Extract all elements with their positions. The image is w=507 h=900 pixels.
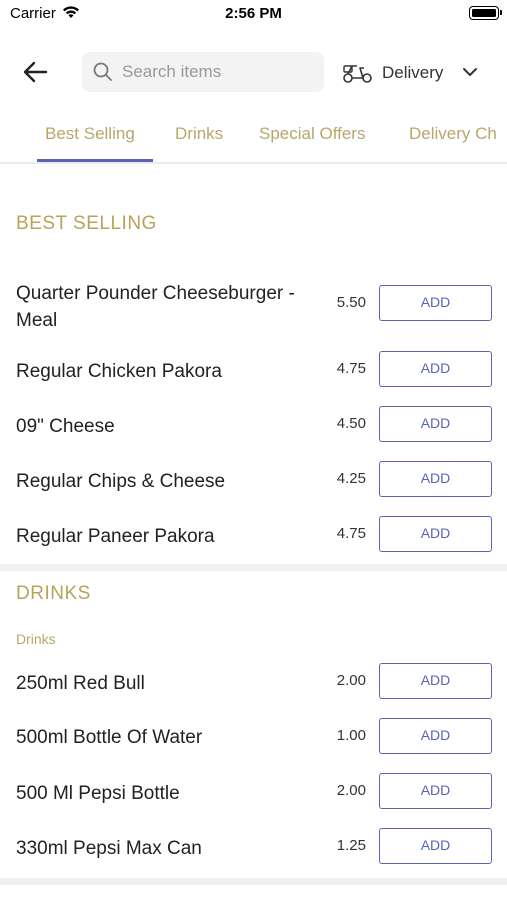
battery-icon (469, 6, 502, 20)
back-arrow-icon (23, 61, 48, 83)
item-name: 500 Ml Pepsi Bottle (16, 783, 180, 804)
tab-drinks[interactable]: Drinks (175, 124, 223, 144)
item-price: 1.00 (336, 727, 366, 744)
add-button[interactable]: ADD (379, 828, 492, 864)
item-price: 4.75 (336, 360, 366, 377)
section-divider (0, 564, 507, 571)
item-name: 250ml Red Bull (16, 673, 145, 694)
item-price: 5.50 (336, 294, 366, 311)
tab-special-offers[interactable]: Special Offers (259, 124, 365, 144)
add-button[interactable]: ADD (379, 406, 492, 442)
add-button[interactable]: ADD (379, 285, 492, 321)
add-button[interactable]: ADD (379, 461, 492, 497)
item-price: 2.00 (336, 672, 366, 689)
add-button[interactable]: ADD (379, 773, 492, 809)
add-button[interactable]: ADD (379, 516, 492, 552)
chevron-down-icon (462, 65, 478, 83)
status-bar: Carrier 2:56 PM (0, 0, 507, 30)
add-button[interactable]: ADD (379, 718, 492, 754)
item-price: 4.25 (336, 470, 366, 487)
top-bar: Delivery (0, 50, 507, 94)
section-title-best-selling: BEST SELLING (16, 213, 157, 234)
tab-best-selling[interactable]: Best Selling (45, 124, 135, 144)
order-mode-label: Delivery (382, 63, 444, 82)
category-tabs: Best Selling Drinks Special Offers Deliv… (0, 112, 507, 164)
search-input[interactable] (122, 52, 317, 92)
item-name: 09" Cheese (16, 416, 115, 437)
status-time: 2:56 PM (225, 5, 282, 22)
item-name: Regular Paneer Pakora (16, 526, 215, 547)
item-price: 4.75 (336, 525, 366, 542)
item-name: 330ml Pepsi Max Can (16, 838, 202, 859)
search-icon (92, 61, 114, 88)
item-name: Regular Chips & Cheese (16, 471, 226, 492)
item-name: Regular Chicken Pakora (16, 361, 222, 382)
section-divider (0, 878, 507, 885)
tab-delivery-charges[interactable]: Delivery Ch (409, 124, 497, 144)
back-button[interactable] (20, 58, 52, 86)
item-price: 4.50 (336, 415, 366, 432)
subcategory-label: Drinks (16, 631, 56, 647)
add-button[interactable]: ADD (379, 663, 492, 699)
item-price: 1.25 (336, 837, 366, 854)
item-name: Quarter Pounder Cheeseburger - Meal (16, 283, 295, 331)
order-mode-dropdown[interactable]: Delivery (340, 52, 490, 92)
search-box[interactable] (82, 52, 324, 92)
item-price: 2.00 (336, 782, 366, 799)
scooter-icon (342, 62, 374, 89)
item-name: 500ml Bottle Of Water (16, 727, 203, 748)
active-tab-indicator (37, 159, 153, 162)
add-button[interactable]: ADD (379, 351, 492, 387)
section-title-drinks: DRINKS (16, 583, 91, 604)
